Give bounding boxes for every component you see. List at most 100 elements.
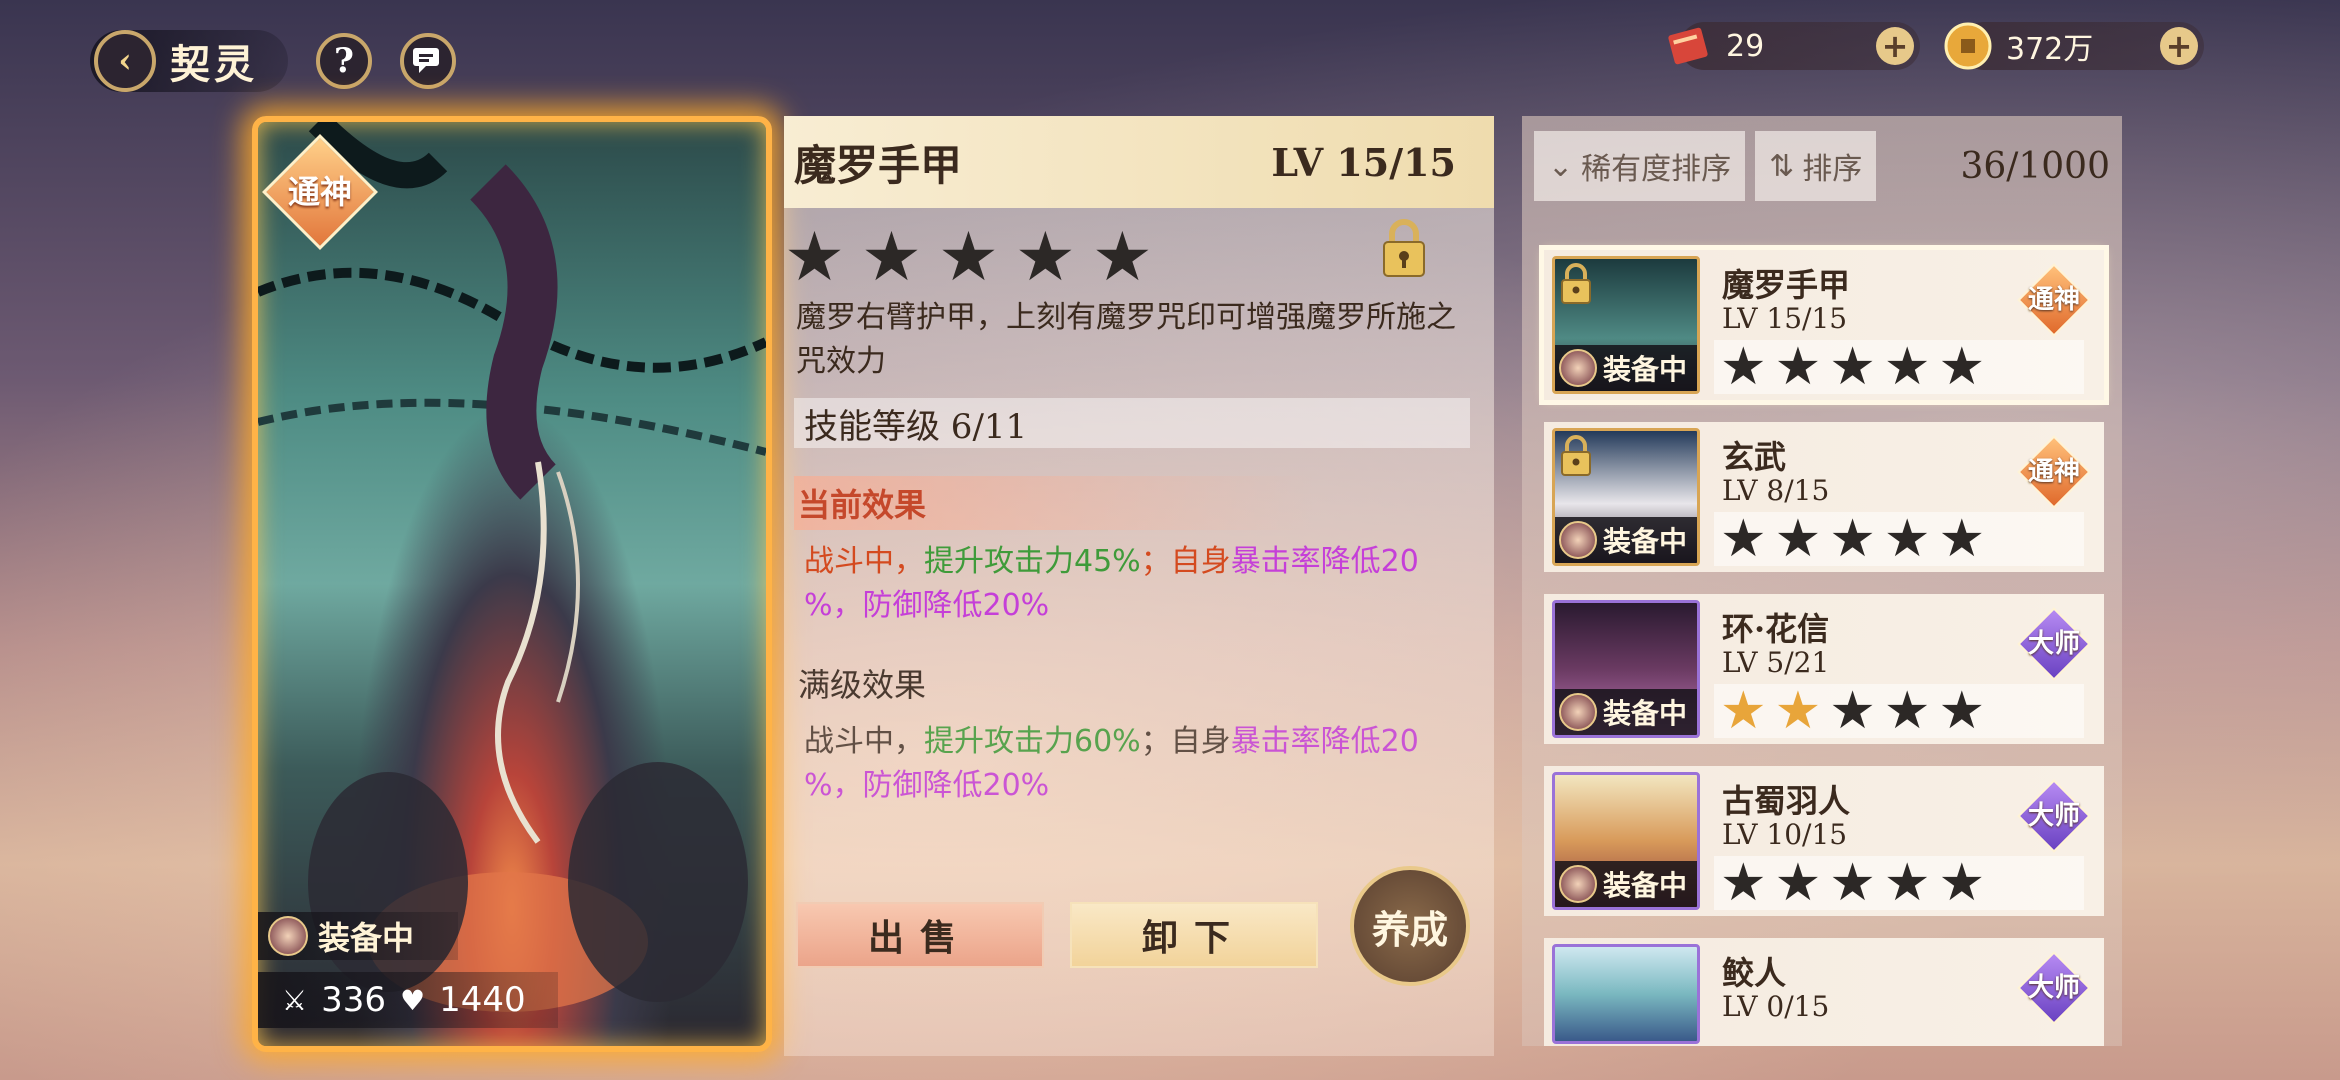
star-icon: ★ [1829, 853, 1876, 913]
lock-icon[interactable] [1380, 218, 1428, 280]
item-name: 鲛人 [1722, 954, 1787, 992]
effect-part: 战斗中， [804, 544, 924, 579]
add-ticket-button[interactable]: + [1876, 27, 1914, 65]
tier-badge: 通神 [2017, 435, 2091, 509]
list-item[interactable]: 装备中 环·花信 LV 5/21 ★ ★ ★ ★ ★ 大师 [1544, 594, 2104, 744]
equipped-label: 装备中 [1603, 869, 1688, 902]
star-icon: ★ [1014, 218, 1076, 297]
inventory-list: ⌄ 稀有度排序 ⇅ 排序 36/1000 装备中 魔罗手甲 LV 15/15 ★… [1522, 116, 2122, 1046]
item-name: 环·花信 [1722, 610, 1830, 648]
effect-part: %，防御降低20% [804, 588, 1050, 623]
max-effect-text: 战斗中，提升攻击力60%；自身暴击率降低20 %，防御降低20% [804, 720, 1464, 808]
rarity-sort-button[interactable]: ⌄ 稀有度排序 [1534, 131, 1746, 201]
equipped-tag: 装备中 [1555, 861, 1697, 907]
tier-badge-label: 大师 [2027, 801, 2080, 831]
item-thumbnail [1552, 944, 1700, 1044]
star-icon: ★ [1883, 337, 1931, 397]
skill-level: 技能等级 6/11 [794, 398, 1470, 448]
list-item[interactable]: 装备中 古蜀羽人 LV 10/15 ★ ★ ★ ★ ★ 大师 [1544, 766, 2104, 916]
sell-button[interactable]: 出售 [796, 902, 1044, 968]
chevron-down-icon: ⌄ [1548, 148, 1574, 184]
item-thumbnail: 装备中 [1552, 772, 1700, 910]
tier-badge-label: 大师 [2027, 973, 2080, 1003]
equipped-tag: 装备中 [1555, 345, 1697, 391]
effect-part: %，防御降低20% [804, 768, 1050, 803]
star-icon: ★ [1938, 337, 1986, 397]
effect-part: 暴击率降低20 [1230, 724, 1419, 759]
equipped-label: 装备中 [1603, 353, 1688, 386]
equipped-tag: 装备中 [1555, 689, 1697, 735]
inventory-count: 36/1000 [1960, 145, 2110, 187]
help-button[interactable]: ? [316, 33, 372, 89]
star-icon: ★ [1774, 337, 1822, 397]
list-item[interactable]: 鲛人 LV 0/15 大师 [1544, 938, 2104, 1046]
detail-header: 魔罗手甲 LV 15/15 [784, 116, 1494, 208]
star-icon: ★ [860, 218, 922, 297]
add-gold-button[interactable]: + [2160, 27, 2198, 65]
character-avatar [268, 916, 308, 956]
equipped-label: 装备中 [1603, 697, 1688, 730]
star-icon: ★ [1720, 337, 1767, 397]
sort-arrows-icon: ⇅ [1769, 148, 1795, 184]
back-button[interactable]: ‹ 契灵 [90, 30, 288, 92]
star-rating: ★ ★ ★ ★ ★ [784, 208, 1494, 297]
rarity-sort-label: 稀有度排序 [1581, 152, 1732, 187]
star-icon: ★ [1883, 509, 1931, 569]
item-level: LV 15/15 [1271, 139, 1456, 185]
heart-icon: ♥ [400, 983, 426, 1017]
ticket-count: 29 [1726, 28, 1765, 64]
star-icon: ★ [1829, 509, 1876, 569]
star-icon: ★ [1774, 509, 1822, 569]
star-icon: ★ [1774, 853, 1822, 913]
tier-badge-label: 通神 [2027, 285, 2080, 315]
tier-badge-label: 通神 [2027, 457, 2080, 487]
list-header: ⌄ 稀有度排序 ⇅ 排序 36/1000 [1522, 116, 2122, 216]
sword-icon: ⚔ [282, 983, 308, 1017]
item-level: LV 8/15 [1722, 474, 1830, 507]
sort-order-button[interactable]: ⇅ 排序 [1755, 131, 1877, 201]
character-avatar [1559, 349, 1597, 387]
star-rating: ★ ★ ★ ★ ★ [1714, 512, 2084, 566]
effect-part: 提升攻击力45% [924, 544, 1141, 579]
list-item[interactable]: 装备中 魔罗手甲 LV 15/15 ★ ★ ★ ★ ★ 通神 [1539, 245, 2109, 405]
star-icon: ★ [1883, 853, 1931, 913]
star-rating: ★ ★ ★ ★ ★ [1714, 856, 2084, 910]
star-icon: ★ [1774, 681, 1822, 741]
character-avatar [1559, 865, 1597, 903]
currency-ticket: 29 + [1668, 22, 1920, 70]
current-effect-text: 战斗中，提升攻击力45%；自身暴击率降低20 %，防御降低20% [804, 540, 1464, 628]
chat-button[interactable] [400, 33, 456, 89]
hp-value: 1440 [439, 980, 526, 1020]
tier-badge: 大师 [2017, 779, 2091, 853]
gold-coin-icon [1940, 18, 1996, 74]
item-level: LV 0/15 [1722, 990, 1830, 1023]
item-level: LV 5/21 [1722, 646, 1830, 679]
item-level: LV 15/15 [1722, 302, 1848, 335]
unequip-button[interactable]: 卸下 [1070, 902, 1318, 968]
star-icon: ★ [1883, 681, 1931, 741]
star-icon: ★ [1938, 681, 1986, 741]
star-rating: ★ ★ ★ ★ ★ [1714, 340, 2084, 394]
effect-part: 提升攻击力60% [924, 724, 1141, 759]
star-icon: ★ [1829, 337, 1876, 397]
star-rating: ★ ★ ★ ★ ★ [1714, 684, 2084, 738]
item-thumbnail: 装备中 [1552, 256, 1700, 394]
item-level: LV 10/15 [1722, 818, 1848, 851]
effect-part: 暴击率降低20 [1230, 544, 1419, 579]
train-button[interactable]: 养成 [1350, 866, 1470, 986]
lock-icon [1561, 435, 1591, 476]
lock-icon [1561, 263, 1591, 304]
star-icon: ★ [1938, 853, 1986, 913]
star-icon: ★ [1938, 509, 1986, 569]
sort-order-label: 排序 [1802, 152, 1863, 187]
item-thumbnail: 装备中 [1552, 428, 1700, 566]
list-item[interactable]: 装备中 玄武 LV 8/15 ★ ★ ★ ★ ★ 通神 [1544, 422, 2104, 572]
current-effect-title: 当前效果 [794, 476, 1314, 530]
spirit-card: 通神 装备中 ⚔ 336 ♥ 1440 [252, 116, 772, 1052]
character-avatar [1559, 693, 1597, 731]
attack-value: 336 [321, 980, 387, 1020]
equipped-label: 装备中 [318, 919, 415, 957]
top-bar: ‹ 契灵 ? [90, 26, 456, 96]
star-icon: ★ [1720, 681, 1767, 741]
equipped-tag: 装备中 [1555, 517, 1697, 563]
